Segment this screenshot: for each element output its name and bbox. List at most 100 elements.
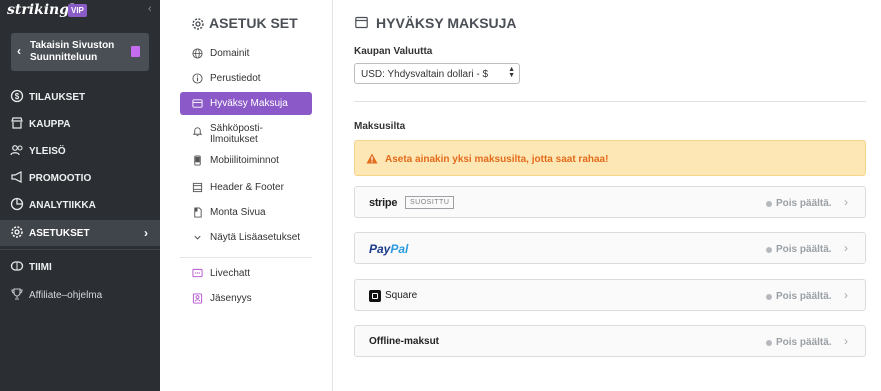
settings-item-label: Hyväksy Maksuja [210,98,288,109]
stripe-logo: stripe [369,197,398,209]
currency-value: USD: Yhdysvaltain dollari - $ [361,69,489,80]
chevron-right-icon: › [844,288,848,302]
settings-item-email-notifications[interactable]: Sähköposti-Ilmoitukset [180,120,312,146]
recommended-badge: SUOSITTU [405,196,455,209]
info-icon [192,73,203,84]
chevron-left-icon: ‹ [17,44,21,58]
page-title: HYVÄKSY MAKSUJA [376,15,517,31]
trophy-icon [11,288,23,300]
card-icon [192,99,203,108]
settings-item-label: Näytä Lisäasetukset [210,232,301,243]
pages-icon [194,207,202,218]
globe-icon [192,48,203,59]
nav-audience[interactable]: YLEISÖ [0,138,160,164]
currency-label: Kaupan Valuutta [354,46,433,57]
svg-text:$: $ [15,92,20,101]
settings-item-label: Monta Sivua [210,207,266,218]
megaphone-icon [11,171,22,183]
nav-analytics-label: ANALYTIIKKA [29,200,96,211]
gateway-stripe[interactable]: stripe SUOSITTU Pois päältä. › [354,186,866,218]
chevron-right-icon: › [144,226,148,240]
chevron-right-icon: › [844,195,848,209]
dollar-icon: $ [10,89,24,103]
settings-item-membership[interactable]: Jäsenyys [180,287,312,310]
square-label: Square [385,290,418,301]
status-dot [766,294,772,300]
offline-label: Offline-maksut [369,336,440,347]
nav-promotion-label: PROMOOTIO [29,173,92,184]
sidebar-divider [0,249,160,250]
nav-orders-label: TILAUKSET [29,92,86,103]
settings-item-label: Jäsenyys [210,293,252,304]
nav-team[interactable]: TIIMI [0,254,160,280]
warning-icon [366,153,378,164]
settings-item-accept-payments[interactable]: Hyväksy Maksuja [180,92,312,115]
nav-store[interactable]: KAUPPA [0,111,160,137]
gateways-label: Maksusilta [354,121,406,132]
collapse-sidebar-icon[interactable]: ‹ [148,3,152,15]
back-to-editor-button[interactable]: ‹ Takaisin Sivuston Suunnitteluun [11,33,149,71]
square-logo-icon [369,290,381,302]
nav-settings-label: ASETUKSET [29,228,90,239]
gateway-status: Pois päältä. [776,337,832,348]
settings-item-multiple-pages[interactable]: Monta Sivua [180,201,312,224]
status-dot [766,201,772,207]
card-icon [355,16,368,29]
settings-title: ASETUK SET [209,15,298,31]
settings-item-mobile[interactable]: Mobiilitoiminnot [180,149,312,172]
settings-item-header-footer[interactable]: Header & Footer [180,176,312,199]
bell-icon [192,127,203,137]
settings-item-livechat[interactable]: Livechatt [180,262,312,285]
settings-item-label: Sähköposti-Ilmoitukset [210,123,263,145]
main-sidebar: strikingly VIP ‹ ‹ Takaisin Sivuston Suu… [0,0,160,391]
chevron-right-icon: › [844,241,848,255]
status-dot [766,247,772,253]
nav-affiliate-label: Affiliate–ohjelma [29,290,103,301]
vip-badge: VIP [68,4,87,17]
mobile-icon [194,155,201,166]
gateway-status: Pois päältä. [776,198,832,209]
member-icon [192,293,203,304]
paypal-logo: PayPal [369,242,408,256]
main-content: HYVÄKSY MAKSUJA Kaupan Valuutta USD: Yhd… [333,0,881,391]
settings-menu: ASETUK SET Domainit Perustiedot Hyväksy … [160,0,333,391]
paypal-logo-part2: Pal [390,242,409,256]
gateway-paypal[interactable]: PayPal Pois päältä. › [354,232,866,264]
chevron-right-icon: › [844,334,848,348]
settings-item-label: Livechatt [210,268,251,279]
nav-team-label: TIIMI [29,262,52,273]
nav-orders[interactable]: $ TILAUKSET [0,84,160,110]
gateway-status: Pois päältä. [776,244,832,255]
users-icon [10,145,23,156]
nav-settings[interactable]: ASETUKSET › [0,220,160,246]
settings-item-label: Mobiilitoiminnot [210,155,279,166]
section-divider [354,101,866,102]
nav-analytics[interactable]: ANALYTIIKKA [0,192,160,218]
gateway-offline[interactable]: Offline-maksut Pois päältä. › [354,325,866,357]
pie-chart-icon [10,197,24,211]
select-arrows-icon: ▲ ▼ [508,66,515,79]
nav-store-label: KAUPPA [29,119,71,130]
settings-item-label: Perustiedot [210,73,261,84]
chevron-down-icon [194,235,201,240]
store-icon [11,117,23,129]
settings-item-basic-info[interactable]: Perustiedot [180,67,312,90]
gift-icon [131,46,140,57]
settings-show-more[interactable]: Näytä Lisäasetukset [180,226,312,249]
settings-item-label: Domainit [210,48,250,59]
nav-affiliate[interactable]: Affiliate–ohjelma [0,282,160,308]
currency-select[interactable]: USD: Yhdysvaltain dollari - $ ▲ ▼ [354,63,520,84]
settings-divider [180,257,312,258]
team-icon [10,261,24,271]
nav-promotion[interactable]: PROMOOTIO [0,165,160,191]
settings-item-domains[interactable]: Domainit [180,42,312,65]
warning-alert: Aseta ainakin yksi maksusilta, jotta saa… [354,140,866,176]
gear-icon [11,226,23,238]
gateway-square[interactable]: Square Pois päältä. › [354,279,866,311]
paypal-logo-part1: Pay [369,242,391,256]
layout-icon [192,182,203,193]
nav-audience-label: YLEISÖ [29,146,66,157]
back-to-editor-label: Takaisin Sivuston Suunnitteluun [30,40,115,63]
settings-item-label: Header & Footer [210,182,284,193]
app: strikingly VIP ‹ ‹ Takaisin Sivuston Suu… [0,0,881,391]
